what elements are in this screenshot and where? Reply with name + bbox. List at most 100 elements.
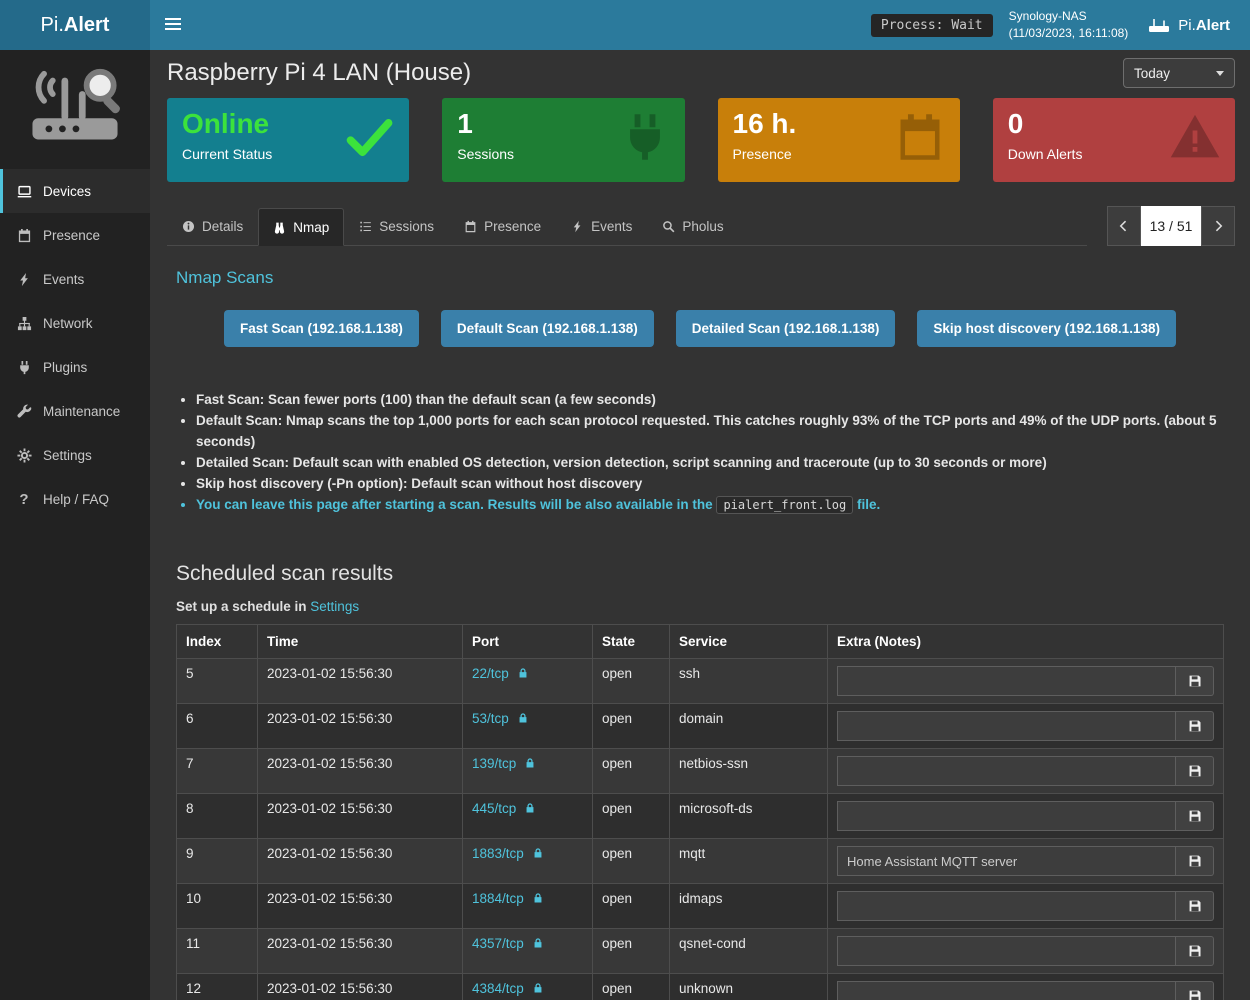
cell-port: 445/tcp — [463, 794, 593, 839]
tab-events[interactable]: Events — [556, 208, 647, 245]
tab-sessions[interactable]: Sessions — [344, 208, 449, 245]
note-input[interactable] — [837, 801, 1176, 831]
column-header-state: State — [593, 625, 670, 659]
table-row: 122023-01-02 15:56:304384/tcpopenunknown — [177, 974, 1224, 1000]
tab-pholus[interactable]: Pholus — [647, 208, 738, 245]
save-note-button[interactable] — [1176, 756, 1214, 786]
period-select[interactable]: Today — [1123, 58, 1235, 88]
sidebar-item-label: Network — [43, 316, 93, 331]
next-device-button[interactable] — [1201, 206, 1235, 246]
main-content: Raspberry Pi 4 LAN (House) Today OnlineC… — [150, 50, 1250, 1000]
port-link[interactable]: 53/tcp — [472, 711, 509, 726]
sidebar-item-maintenance[interactable]: Maintenance — [0, 389, 150, 433]
floppy-icon — [1188, 899, 1202, 913]
tab-presence[interactable]: Presence — [449, 208, 556, 245]
check-icon — [343, 111, 395, 163]
scan-results-table: IndexTimePortStateServiceExtra (Notes) 5… — [176, 624, 1224, 1000]
save-note-button[interactable] — [1176, 981, 1214, 1000]
skip-host-discovery-button[interactable]: Skip host discovery (192.168.1.138) — [917, 310, 1176, 347]
table-row: 102023-01-02 15:56:301884/tcpopenidmaps — [177, 884, 1224, 929]
sidebar-item-label: Help / FAQ — [43, 492, 109, 507]
cell-port: 53/tcp — [463, 704, 593, 749]
save-note-button[interactable] — [1176, 891, 1214, 921]
tab-details[interactable]: Details — [167, 208, 258, 245]
table-header-row: IndexTimePortStateServiceExtra (Notes) — [177, 625, 1224, 659]
detailed-scan-button[interactable]: Detailed Scan (192.168.1.138) — [676, 310, 896, 347]
save-note-button[interactable] — [1176, 936, 1214, 966]
note-input[interactable] — [837, 846, 1176, 876]
devices-icon — [15, 184, 33, 199]
fast-scan-button[interactable]: Fast Scan (192.168.1.138) — [224, 310, 419, 347]
port-link[interactable]: 4357/tcp — [472, 936, 524, 951]
search-icon — [662, 220, 675, 233]
cell-service: idmaps — [670, 884, 828, 929]
sidebar-item-help-faq[interactable]: ?Help / FAQ — [0, 477, 150, 521]
cell-state: open — [593, 839, 670, 884]
note-input[interactable] — [837, 981, 1176, 1000]
floppy-icon — [1188, 989, 1202, 1000]
tab-nmap[interactable]: Nmap — [258, 208, 344, 246]
sidebar-item-label: Events — [43, 272, 84, 287]
cell-state: open — [593, 974, 670, 1000]
cell-note — [828, 974, 1224, 1000]
bolt-icon — [15, 272, 33, 287]
sidebar-item-presence[interactable]: Presence — [0, 213, 150, 257]
save-note-button[interactable] — [1176, 711, 1214, 741]
cell-index: 12 — [177, 974, 258, 1000]
save-note-button[interactable] — [1176, 666, 1214, 696]
scan-note: Detailed Scan: Default scan with enabled… — [196, 452, 1224, 473]
plug-icon — [15, 360, 33, 375]
port-link[interactable]: 1883/tcp — [472, 846, 524, 861]
app-logo-prefix: Pi. — [41, 14, 64, 37]
nmap-scans-heading: Nmap Scans — [176, 268, 1224, 288]
sidebar-item-plugins[interactable]: Plugins — [0, 345, 150, 389]
sidebar-item-label: Maintenance — [43, 404, 120, 419]
schedule-line: Set up a schedule in Settings — [176, 599, 1224, 614]
lock-icon — [532, 847, 544, 862]
prev-device-button[interactable] — [1107, 206, 1141, 246]
cell-time: 2023-01-02 15:56:30 — [258, 749, 463, 794]
cell-index: 10 — [177, 884, 258, 929]
save-note-button[interactable] — [1176, 846, 1214, 876]
hamburger-menu-button[interactable] — [150, 0, 196, 50]
page-title: Raspberry Pi 4 LAN (House) — [167, 59, 471, 87]
cell-index: 5 — [177, 659, 258, 704]
sidebar-item-settings[interactable]: Settings — [0, 433, 150, 477]
table-row: 62023-01-02 15:56:3053/tcpopendomain — [177, 704, 1224, 749]
cell-port: 1884/tcp — [463, 884, 593, 929]
note-input[interactable] — [837, 711, 1176, 741]
floppy-icon — [1188, 764, 1202, 778]
port-link[interactable]: 139/tcp — [472, 756, 516, 771]
cell-time: 2023-01-02 15:56:30 — [258, 974, 463, 1000]
cell-state: open — [593, 794, 670, 839]
note-input[interactable] — [837, 666, 1176, 696]
wrench-icon — [15, 404, 33, 419]
cell-service: qsnet-cond — [670, 929, 828, 974]
save-note-button[interactable] — [1176, 801, 1214, 831]
sidebar-item-devices[interactable]: Devices — [0, 169, 150, 213]
settings-link[interactable]: Settings — [310, 599, 359, 614]
cell-time: 2023-01-02 15:56:30 — [258, 839, 463, 884]
port-link[interactable]: 4384/tcp — [472, 981, 524, 996]
port-link[interactable]: 1884/tcp — [472, 891, 524, 906]
status-card-current-status: OnlineCurrent Status — [167, 98, 409, 182]
note-input[interactable] — [837, 891, 1176, 921]
port-link[interactable]: 22/tcp — [472, 666, 509, 681]
cell-index: 7 — [177, 749, 258, 794]
cell-state: open — [593, 659, 670, 704]
cell-time: 2023-01-02 15:56:30 — [258, 704, 463, 749]
sidebar-item-network[interactable]: Network — [0, 301, 150, 345]
default-scan-button[interactable]: Default Scan (192.168.1.138) — [441, 310, 654, 347]
log-file-note: You can leave this page after starting a… — [196, 494, 1224, 516]
plug-icon — [619, 111, 671, 163]
app-logo[interactable]: Pi.Alert — [0, 0, 150, 50]
table-row: 72023-01-02 15:56:30139/tcpopennetbios-s… — [177, 749, 1224, 794]
note-input[interactable] — [837, 756, 1176, 786]
floppy-icon — [1188, 674, 1202, 688]
lock-icon — [517, 712, 529, 727]
port-link[interactable]: 445/tcp — [472, 801, 516, 816]
cell-index: 9 — [177, 839, 258, 884]
sidebar-item-events[interactable]: Events — [0, 257, 150, 301]
note-input[interactable] — [837, 936, 1176, 966]
status-card-presence: 16 h.Presence — [718, 98, 960, 182]
